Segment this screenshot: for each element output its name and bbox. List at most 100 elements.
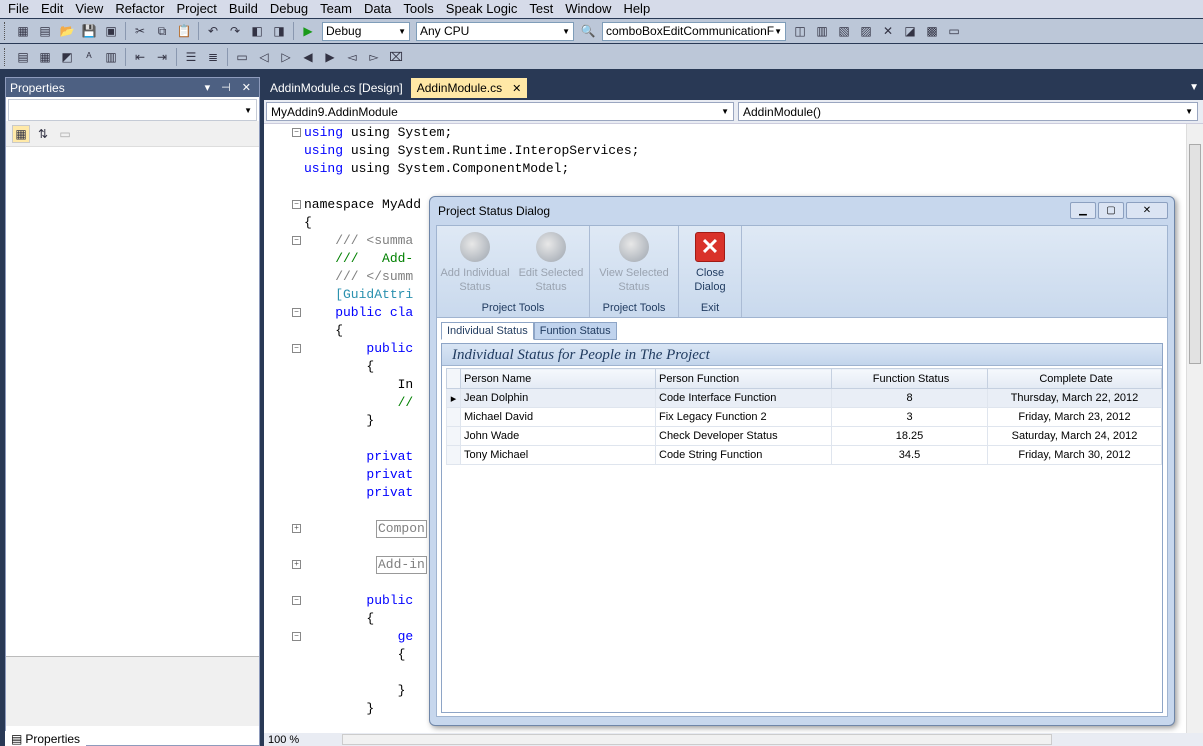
decrease-indent-icon[interactable]: ⇤ [131,48,149,66]
find-in-files-icon[interactable]: 🔍 [579,22,597,40]
cell-person-function[interactable]: Code Interface Function [655,388,832,408]
member-selector[interactable]: AddinModule() ▼ [738,102,1198,121]
expand-icon[interactable]: + [292,560,301,569]
collapsed-region[interactable]: Add-in [376,556,427,574]
cell-complete-date[interactable]: Saturday, March 24, 2012 [987,426,1162,446]
maximize-button[interactable]: ▢ [1098,202,1124,219]
tab-addinmodule-cs[interactable]: AddinModule.cs ✕ [410,78,528,98]
panel-controls[interactable]: ▾ ⊣ ✕ [205,81,255,94]
complete-word-icon[interactable]: ᴬ [80,48,98,66]
next-bookmark-icon[interactable]: ▷ [277,48,295,66]
object-browser-icon[interactable]: ▧ [835,22,853,40]
find-combo[interactable]: comboBoxEditCommunicationF ▼ [602,21,786,41]
column-header[interactable]: Function Status [831,368,988,389]
add-item-icon[interactable]: ▤ [36,22,54,40]
edit-selected-status-button[interactable]: Edit Selected Status [513,226,589,300]
menu-debug[interactable]: Debug [264,0,314,18]
cell-person-name[interactable]: John Wade [460,426,656,446]
increase-indent-icon[interactable]: ⇥ [153,48,171,66]
command-window-icon[interactable]: ▭ [945,22,963,40]
menu-team[interactable]: Team [314,0,358,18]
categorized-icon[interactable]: ▦ [12,124,30,143]
prev-bookmark-doc-icon[interactable]: ◅ [343,48,361,66]
save-icon[interactable]: 💾 [80,22,98,40]
platform-select[interactable]: Any CPU ▼ [416,21,574,41]
display-word-icon[interactable]: ▥ [102,48,120,66]
cell-function-status[interactable]: 18.25 [831,426,988,446]
collapse-icon[interactable]: − [292,344,301,353]
tools-icon[interactable]: ✕ [879,22,897,40]
cut-icon[interactable]: ✂ [131,22,149,40]
alphabetical-icon[interactable]: ⇅ [34,124,52,143]
open-file-icon[interactable]: 📂 [58,22,76,40]
tab-properties[interactable]: ▤ Properties [5,731,87,746]
toolbar-grip[interactable] [4,47,8,66]
cell-complete-date[interactable]: Thursday, March 22, 2012 [987,388,1162,408]
tab-function-status[interactable]: Funtion Status [533,322,617,340]
cell-person-name[interactable]: Michael David [460,407,656,427]
collapse-icon[interactable]: − [292,128,301,137]
parameter-info-icon[interactable]: ▦ [36,48,54,66]
cell-complete-date[interactable]: Friday, March 23, 2012 [987,407,1162,427]
menu-data[interactable]: Data [358,0,397,18]
menu-build[interactable]: Build [223,0,264,18]
expand-icon[interactable]: + [292,524,301,533]
add-individual-status-button[interactable]: Add Individual Status [437,226,513,300]
cell-person-function[interactable]: Code String Function [655,445,832,465]
horizontal-scrollbar[interactable] [342,734,1052,745]
dialog-titlebar[interactable]: Project Status Dialog ▁ ▢ ✕ [430,197,1174,224]
solution-config-select[interactable]: Debug ▼ [322,21,410,41]
navigate-forward-icon[interactable]: ◨ [270,22,288,40]
collapse-icon[interactable]: − [292,200,301,209]
list-members-icon[interactable]: ▤ [14,48,32,66]
redo-icon[interactable]: ↷ [226,22,244,40]
solution-explorer-icon[interactable]: ◫ [791,22,809,40]
close-dialog-button[interactable]: ✕ Close Dialog [679,226,741,300]
collapse-icon[interactable]: − [292,596,301,605]
properties-window-icon[interactable]: ▥ [813,22,831,40]
column-header[interactable]: Complete Date [987,368,1162,389]
menu-speak-logic[interactable]: Speak Logic [440,0,524,18]
scrollbar-thumb[interactable] [1189,144,1201,364]
menu-tools[interactable]: Tools [397,0,439,18]
menu-window[interactable]: Window [559,0,617,18]
table-row[interactable]: ▸ Jean Dolphin Code Interface Function 8… [446,388,1162,408]
cell-function-status[interactable]: 3 [831,407,988,427]
object-selector[interactable]: ▼ [8,99,257,121]
bookmark-icon[interactable]: ▭ [233,48,251,66]
next-bookmark-folder-icon[interactable]: ▶ [321,48,339,66]
toolbox-icon[interactable]: ▨ [857,22,875,40]
vertical-scrollbar[interactable] [1186,124,1203,734]
column-header[interactable]: Person Function [655,368,832,389]
cell-person-function[interactable]: Fix Legacy Function 2 [655,407,832,427]
class-selector[interactable]: MyAddin9.AddinModule ▼ [266,102,734,121]
tab-toolbox[interactable]: ⚒ Toolbox [86,731,153,746]
minimize-button[interactable]: ▁ [1070,202,1096,219]
tab-addinmodule-design[interactable]: AddinModule.cs [Design] [264,78,409,98]
paste-icon[interactable]: 📋 [175,22,193,40]
menu-edit[interactable]: Edit [35,0,69,18]
start-debug-icon[interactable]: ▶ [299,22,317,40]
close-button[interactable]: ✕ [1126,202,1168,219]
cell-function-status[interactable]: 34.5 [831,445,988,465]
navigate-back-icon[interactable]: ◧ [248,22,266,40]
cell-person-name[interactable]: Jean Dolphin [460,388,656,408]
menu-test[interactable]: Test [523,0,559,18]
table-row[interactable]: Tony Michael Code String Function 34.5 F… [446,445,1162,465]
quick-info-icon[interactable]: ◩ [58,48,76,66]
cell-function-status[interactable]: 8 [831,388,988,408]
menu-project[interactable]: Project [170,0,222,18]
uncomment-icon[interactable]: ≣ [204,48,222,66]
cell-person-function[interactable]: Check Developer Status [655,426,832,446]
collapse-icon[interactable]: − [292,632,301,641]
prev-bookmark-icon[interactable]: ◁ [255,48,273,66]
tab-individual-status[interactable]: Individual Status [441,322,534,340]
clear-bookmarks-icon[interactable]: ⌧ [387,48,405,66]
extension-manager-icon[interactable]: ◪ [901,22,919,40]
zoom-level[interactable]: 100 % [264,734,334,746]
comment-out-icon[interactable]: ☰ [182,48,200,66]
copy-icon[interactable]: ⧉ [153,22,171,40]
next-bookmark-doc-icon[interactable]: ▻ [365,48,383,66]
prev-bookmark-folder-icon[interactable]: ◀ [299,48,317,66]
cell-person-name[interactable]: Tony Michael [460,445,656,465]
